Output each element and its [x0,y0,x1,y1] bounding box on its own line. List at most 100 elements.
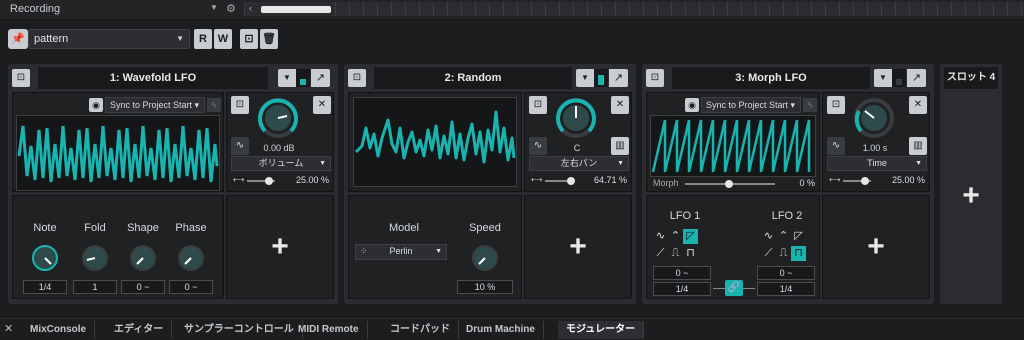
pattern-bar: 📌 pattern ▼ R W ⊡ 🗑 [0,26,1024,52]
snapshot-icon[interactable]: ⊡ [348,69,366,87]
tab-drum-machine[interactable]: Drum Machine [458,321,544,339]
tab-modulators[interactable]: モジュレーター [558,321,645,339]
pulse-icon[interactable]: ⎍ [776,246,791,261]
link-icon[interactable]: ∿ [827,137,845,155]
morph-handle[interactable] [725,180,733,188]
lfo2-rate[interactable]: 1/4 [757,282,815,296]
snapshot-icon[interactable]: ⊡ [240,29,258,49]
chevron-down-icon[interactable]: ▼ [576,69,594,87]
tab-sampler-control[interactable]: サンプラーコントロール [176,321,303,339]
param-select[interactable]: Time ▼ [827,156,927,171]
phase-knob[interactable] [177,244,205,272]
lightning-icon[interactable]: ϟ [803,98,817,112]
depth-slider[interactable]: ⟷ 64.71 % [529,174,629,188]
depth-handle[interactable] [567,177,575,185]
shape-knob[interactable] [129,244,157,272]
gain-value: 0.00 dB [263,143,295,153]
saw-icon[interactable]: ◸ [683,229,698,244]
plus-icon: + [569,230,587,263]
chevron-down-icon[interactable]: ▼ [874,69,892,87]
chevron-left-icon[interactable]: ‹ [249,3,252,13]
fold-knob[interactable] [81,244,109,272]
square-icon[interactable]: ⊓ [791,246,806,261]
close-icon[interactable]: ✕ [909,96,927,114]
depth-handle[interactable] [861,177,869,185]
expand-arrow-icon[interactable]: ↗ [311,69,330,87]
timeline-ruler[interactable]: ‹ [244,2,1024,16]
triangle-icon[interactable]: ⌃ [668,229,683,244]
model-select[interactable]: ⁘ Perlin ▼ [355,244,447,260]
link-icon[interactable]: 🔗 [725,280,743,296]
read-button[interactable]: R [194,29,212,49]
speed-value[interactable]: 10 % [457,280,513,294]
link-icon[interactable]: ∿ [529,137,547,155]
trash-icon[interactable]: 🗑 [260,29,278,49]
slot-title: 1: Wavefold LFO [38,67,268,89]
depth-slider[interactable]: ⟷ 25.00 % [231,174,331,188]
sine-icon[interactable]: ∿ [653,229,668,244]
snapshot-icon[interactable]: ⊡ [646,69,664,87]
pin-icon[interactable]: 📌 [8,29,28,49]
triangle-icon[interactable]: ⌃ [776,229,791,244]
speed-knob[interactable] [471,244,499,272]
snapshot-icon[interactable]: ⊡ [231,96,249,114]
bipolar-knob[interactable] [555,97,597,139]
saw-icon[interactable]: ◸ [791,229,806,244]
chevron-down-icon[interactable]: ▼ [210,3,218,12]
note-value[interactable]: 1/4 [23,280,67,294]
pulse-icon[interactable]: ⎍ [668,246,683,261]
link-icon[interactable]: ∿ [231,137,249,155]
ramp-icon[interactable]: ⟋ [761,246,776,261]
pattern-select[interactable]: pattern ▼ [28,29,190,49]
tab-mixconsole[interactable]: MixConsole [22,321,96,339]
timeline-scroll-thumb[interactable] [261,6,331,13]
keyboard-icon[interactable]: ▥ [909,137,927,155]
ramp-icon[interactable]: ⟋ [653,246,668,261]
sync-select[interactable]: Sync to Project Start ▾ [701,97,801,113]
gear-icon[interactable]: ⚙ [226,2,236,15]
write-button[interactable]: W [214,29,232,49]
square-icon[interactable]: ⊓ [683,246,698,261]
gain-knob[interactable] [257,97,299,139]
close-icon[interactable]: ✕ [313,96,331,114]
lfo1-phase[interactable]: 0 ~ [653,266,711,280]
lightning-icon[interactable]: ϟ [207,98,221,112]
saw-waveform [651,119,811,173]
phase-value[interactable]: 0 ~ [169,280,213,294]
sync-icon[interactable]: ◉ [89,98,103,112]
fold-value[interactable]: 1 [73,280,117,294]
param-select[interactable]: ボリューム ▼ [231,156,331,171]
close-icon[interactable]: ✕ [4,322,13,335]
add-modulation-button[interactable]: + [822,195,930,299]
morph-slider[interactable]: Morph 0 % [651,177,817,191]
tab-editor[interactable]: エディター [106,321,173,339]
add-modulation-button[interactable]: + [524,195,632,299]
waveform-display [353,97,517,187]
depth-slider[interactable]: ⟷ 25.00 % [827,174,927,188]
sine-icon[interactable]: ∿ [761,229,776,244]
close-icon[interactable]: ✕ [611,96,629,114]
tab-chord-pads[interactable]: コードパッド [382,321,459,339]
snapshot-icon[interactable]: ⊡ [12,69,30,87]
add-modulation-button[interactable]: + [226,195,334,299]
tab-midi-remote[interactable]: MIDI Remote [290,321,368,339]
param-panel: Note Fold Shape Phase 1/4 1 0 ~ 0 ~ [12,195,224,299]
sync-icon[interactable]: ◉ [685,98,699,112]
param-select[interactable]: 左右パン ▼ [529,156,629,171]
lfo1-rate[interactable]: 1/4 [653,282,711,296]
snapshot-icon[interactable]: ⊡ [827,96,845,114]
shape-value[interactable]: 0 ~ [121,280,165,294]
note-knob[interactable] [31,244,59,272]
depth-handle[interactable] [265,177,273,185]
sync-select[interactable]: Sync to Project Start ▾ [105,97,205,113]
snapshot-icon[interactable]: ⊡ [529,96,547,114]
expand-arrow-icon[interactable]: ↗ [609,69,628,87]
lfo2-phase[interactable]: 0 ~ [757,266,815,280]
add-slot-button[interactable]: + [944,92,998,299]
depth-value: 25.00 % [295,175,329,185]
time-knob[interactable] [853,97,895,139]
expand-arrow-icon[interactable]: ↗ [907,69,926,87]
slot-controls: ⊡ ✕ ∿ ▥ C 左右パン ▼ ⟷ 64.71 % [524,92,632,192]
keyboard-icon[interactable]: ▥ [611,137,629,155]
chevron-down-icon[interactable]: ▼ [278,69,296,87]
